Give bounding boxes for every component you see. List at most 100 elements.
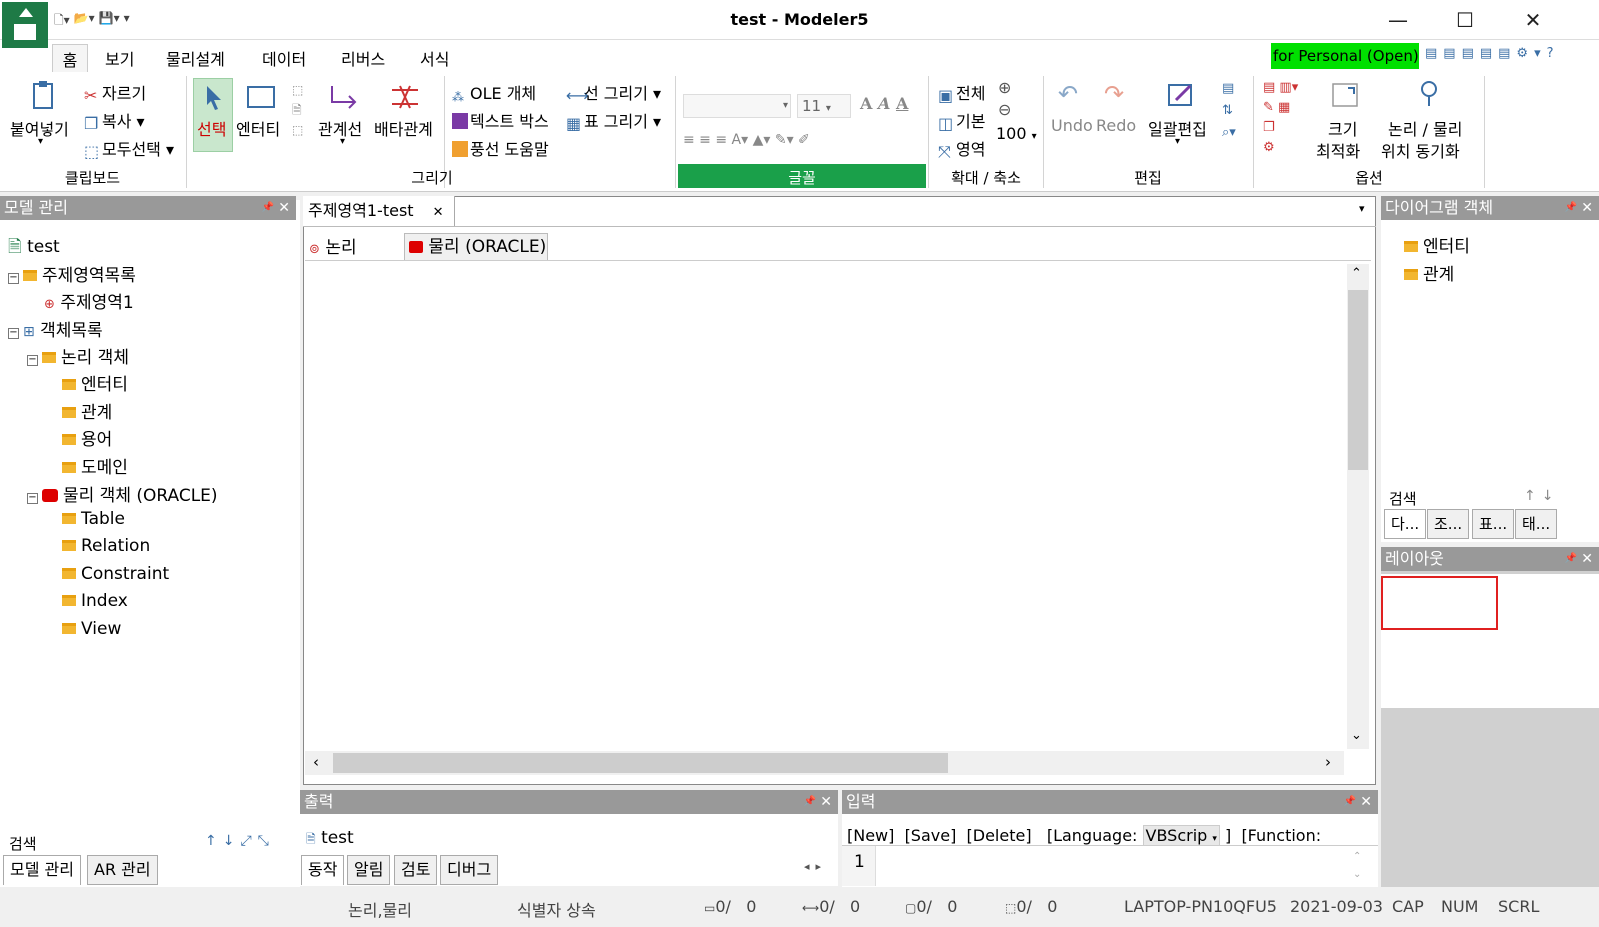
tab-home[interactable]: 홈	[52, 44, 88, 74]
tree-table[interactable]: Table	[62, 509, 125, 529]
layout-viewport-frame[interactable]	[1381, 576, 1498, 630]
exclusive-relation-button[interactable]: 배타관계	[374, 116, 433, 140]
redo-button[interactable]: Redo	[1096, 116, 1136, 135]
language-select[interactable]: VBScrip ▾	[1142, 825, 1220, 846]
pin-icon[interactable]: 📌	[1565, 547, 1577, 571]
output-scroll-icons[interactable]: ◂▸	[804, 860, 827, 873]
diagram-object-relation[interactable]: 관계	[1404, 260, 1454, 285]
input-new-button[interactable]: [New]	[847, 826, 894, 845]
script-editor[interactable]	[842, 845, 1378, 887]
zoom-out-icon[interactable]: ⊖	[998, 100, 1011, 119]
tree-object-list[interactable]: − ⊞ 객체목록	[8, 316, 103, 341]
right-tab-2[interactable]: 조...	[1427, 509, 1470, 539]
size-optimize-label-1[interactable]: 크기	[1328, 116, 1357, 140]
small-draw-icons[interactable]: ⬚ 🗎 ⬚	[292, 80, 303, 140]
tree-relation[interactable]: 관계	[62, 398, 112, 423]
subtab-logical[interactable]: ⊚ 논리	[309, 233, 357, 258]
editor-scroll-icons[interactable]: ⌃ ⌄	[1353, 848, 1361, 884]
collapse-icon[interactable]: −	[27, 493, 38, 504]
tree-domain[interactable]: 도메인	[62, 453, 128, 478]
right-tab-3[interactable]: 표...	[1472, 509, 1515, 539]
close-icon[interactable]: ✕	[1581, 547, 1593, 571]
close-tab-icon[interactable]: ✕	[433, 205, 444, 220]
collapse-icon[interactable]: −	[8, 328, 19, 339]
tab-format[interactable]: 서식	[420, 46, 449, 70]
font-family-select[interactable]: ▾	[683, 94, 791, 118]
tree-term[interactable]: 용어	[62, 425, 112, 450]
subtab-physical[interactable]: 물리 (ORACLE)	[404, 233, 548, 261]
horizontal-scroll-thumb[interactable]	[333, 753, 948, 773]
logical-physical-sync-label-1[interactable]: 논리 / 물리	[1388, 116, 1462, 140]
diagram-object-entity[interactable]: 엔터티	[1404, 232, 1470, 257]
tab-physical-design[interactable]: 물리설계	[166, 46, 225, 70]
collapse-icon[interactable]: −	[27, 355, 38, 366]
maximize-button[interactable]: ☐	[1442, 4, 1488, 36]
input-save-button[interactable]: [Save]	[905, 826, 957, 845]
scroll-right-icon[interactable]: ›	[1325, 753, 1331, 771]
output-tab-review[interactable]: 검토	[394, 855, 438, 885]
edit-small-icons[interactable]: ▤ ⇅ ⌕▾	[1222, 78, 1236, 144]
tree-subject1[interactable]: ⊕ 주제영역1	[44, 288, 134, 313]
scroll-up-icon[interactable]: ⌃	[1351, 266, 1362, 281]
tab-ar-management[interactable]: AR 관리	[87, 855, 158, 885]
ole-object-button[interactable]: ⁂ OLE 개체	[452, 80, 536, 106]
tree-root[interactable]: 🗎 test	[8, 234, 60, 263]
draw-line-button[interactable]: ⟷선 그리기 ▾	[566, 80, 661, 105]
input-delete-button[interactable]: [Delete]	[967, 826, 1032, 845]
pin-icon[interactable]: 📌	[1344, 790, 1356, 814]
tree-nav-icons[interactable]: ↑↓⤢⤡	[205, 833, 275, 849]
document-tab[interactable]: 주제영역1-test ✕	[303, 196, 455, 226]
undo-button[interactable]: Undo	[1051, 116, 1093, 135]
cut-button[interactable]: ✂ 자르기	[84, 80, 146, 105]
tree-physical[interactable]: − 물리 객체 (ORACLE)	[27, 481, 218, 506]
logical-physical-sync-label-2[interactable]: 위치 동기화	[1381, 138, 1460, 162]
options-small-icons[interactable]: ▤ ▥▾ ✎ ▦ ❐ ⚙	[1263, 78, 1298, 158]
tab-data[interactable]: 데이터	[262, 46, 306, 70]
tab-view[interactable]: 보기	[105, 46, 134, 70]
textbox-button[interactable]: 텍스트 박스	[452, 108, 549, 132]
tree-logical[interactable]: − 논리 객체	[27, 343, 129, 368]
close-icon[interactable]: ✕	[1581, 196, 1593, 220]
tree-entity[interactable]: 엔터티	[62, 370, 128, 395]
align-buttons[interactable]: ≡ ≡ ≡ A▾ ▲▾ ✎▾ ✐	[683, 132, 810, 148]
tree-index[interactable]: Index	[62, 591, 128, 611]
minimize-button[interactable]: —	[1375, 4, 1421, 36]
tree-constraint[interactable]: Constraint	[62, 564, 169, 584]
output-tab-action[interactable]: 동작	[301, 855, 345, 885]
layout-icons[interactable]: ▤▤▤▤▤⚙▾?	[1425, 46, 1560, 61]
zoom-in-icon[interactable]: ⊕	[998, 78, 1011, 97]
zoom-area-button[interactable]: ⤧ 영역	[938, 136, 985, 161]
close-icon[interactable]: ✕	[820, 790, 832, 814]
output-tab-debug[interactable]: 디버그	[440, 855, 499, 885]
scroll-left-icon[interactable]: ‹	[313, 753, 319, 771]
right-tab-1[interactable]: 다...	[1384, 509, 1427, 539]
scroll-down-icon[interactable]: ⌄	[1351, 728, 1362, 743]
tree-view[interactable]: View	[62, 619, 121, 639]
right-nav-icons[interactable]: ↑↓	[1524, 488, 1559, 504]
draw-table-button[interactable]: ▦ 표 그리기 ▾	[566, 108, 661, 133]
tab-reverse[interactable]: 리버스	[341, 46, 385, 70]
close-button[interactable]: ✕	[1510, 4, 1556, 36]
zoom-level-select[interactable]: 100 ▾	[996, 124, 1037, 143]
close-icon[interactable]: ✕	[1360, 790, 1372, 814]
batch-edit-dropdown-icon[interactable]: ▾	[1175, 136, 1180, 147]
tree-subject-list[interactable]: − 주제영역목록	[8, 261, 136, 286]
close-icon[interactable]: ✕	[278, 196, 290, 220]
vertical-scroll-thumb[interactable]	[1348, 290, 1368, 470]
font-size-select[interactable]: 11 ▾	[797, 94, 851, 118]
tab-list-dropdown-icon[interactable]: ▾	[1359, 202, 1365, 215]
pin-icon[interactable]: 📌	[804, 790, 816, 814]
zoom-default-button[interactable]: ◫ 기본	[938, 108, 985, 133]
zoom-all-button[interactable]: ▣ 전체	[938, 80, 985, 105]
tab-model-management[interactable]: 모델 관리	[3, 855, 81, 885]
size-optimize-label-2[interactable]: 최적화	[1316, 138, 1360, 162]
font-style-buttons[interactable]: A A A	[860, 94, 908, 113]
select-all-button[interactable]: ⬚ 모두선택 ▾	[84, 136, 174, 161]
output-tab-alert[interactable]: 알림	[347, 855, 391, 885]
paste-dropdown-icon[interactable]: ▾	[38, 136, 43, 147]
entity-button[interactable]: 엔터티	[236, 116, 280, 140]
pin-icon[interactable]: 📌	[262, 196, 274, 220]
relation-dropdown-icon[interactable]: ▾	[340, 136, 345, 147]
pin-icon[interactable]: 📌	[1565, 196, 1577, 220]
balloon-help-button[interactable]: 풍선 도움말	[452, 136, 549, 160]
